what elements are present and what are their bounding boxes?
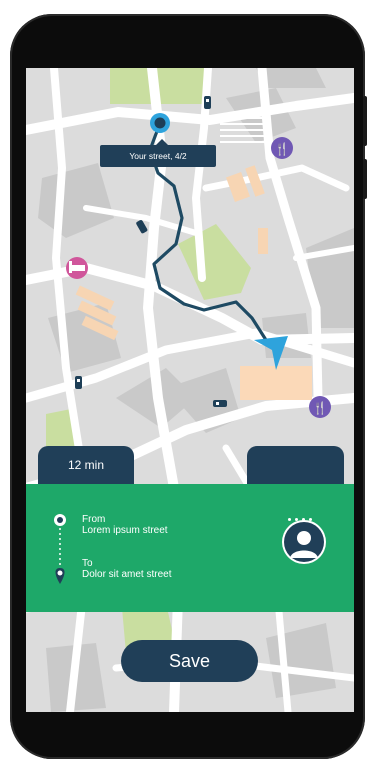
svg-text:🍴: 🍴 [275,142,290,156]
eta-tab[interactable]: 12 min [38,446,134,484]
power-button [363,159,367,199]
user-avatar-icon[interactable] [282,520,326,564]
app-screen: 🍴 🍴 Your street, 4/2 12 min From Lorem i… [26,68,354,712]
car-icon [75,376,82,389]
hotel-icon [66,257,88,279]
more-dots-icon[interactable] [288,508,318,521]
car-icon [213,400,227,407]
current-location-label: Your street, 4/2 [100,139,216,167]
svg-text:🍴: 🍴 [313,401,328,415]
route-indicator [54,514,66,584]
restaurant-icon: 🍴 [309,396,331,418]
to-address: Dolor sit amet street [82,569,172,580]
volume-button [363,96,367,146]
to-heading: To [82,558,93,569]
restaurant-icon: 🍴 [271,137,293,159]
secondary-tab[interactable] [247,446,344,484]
location-pin-icon [150,113,170,133]
car-icon [204,96,211,109]
from-address: Lorem ipsum street [82,525,168,536]
from-heading: From [82,514,106,525]
trip-panel: From Lorem ipsum street To Dolor sit ame… [26,484,354,612]
save-button[interactable]: Save [121,640,258,682]
